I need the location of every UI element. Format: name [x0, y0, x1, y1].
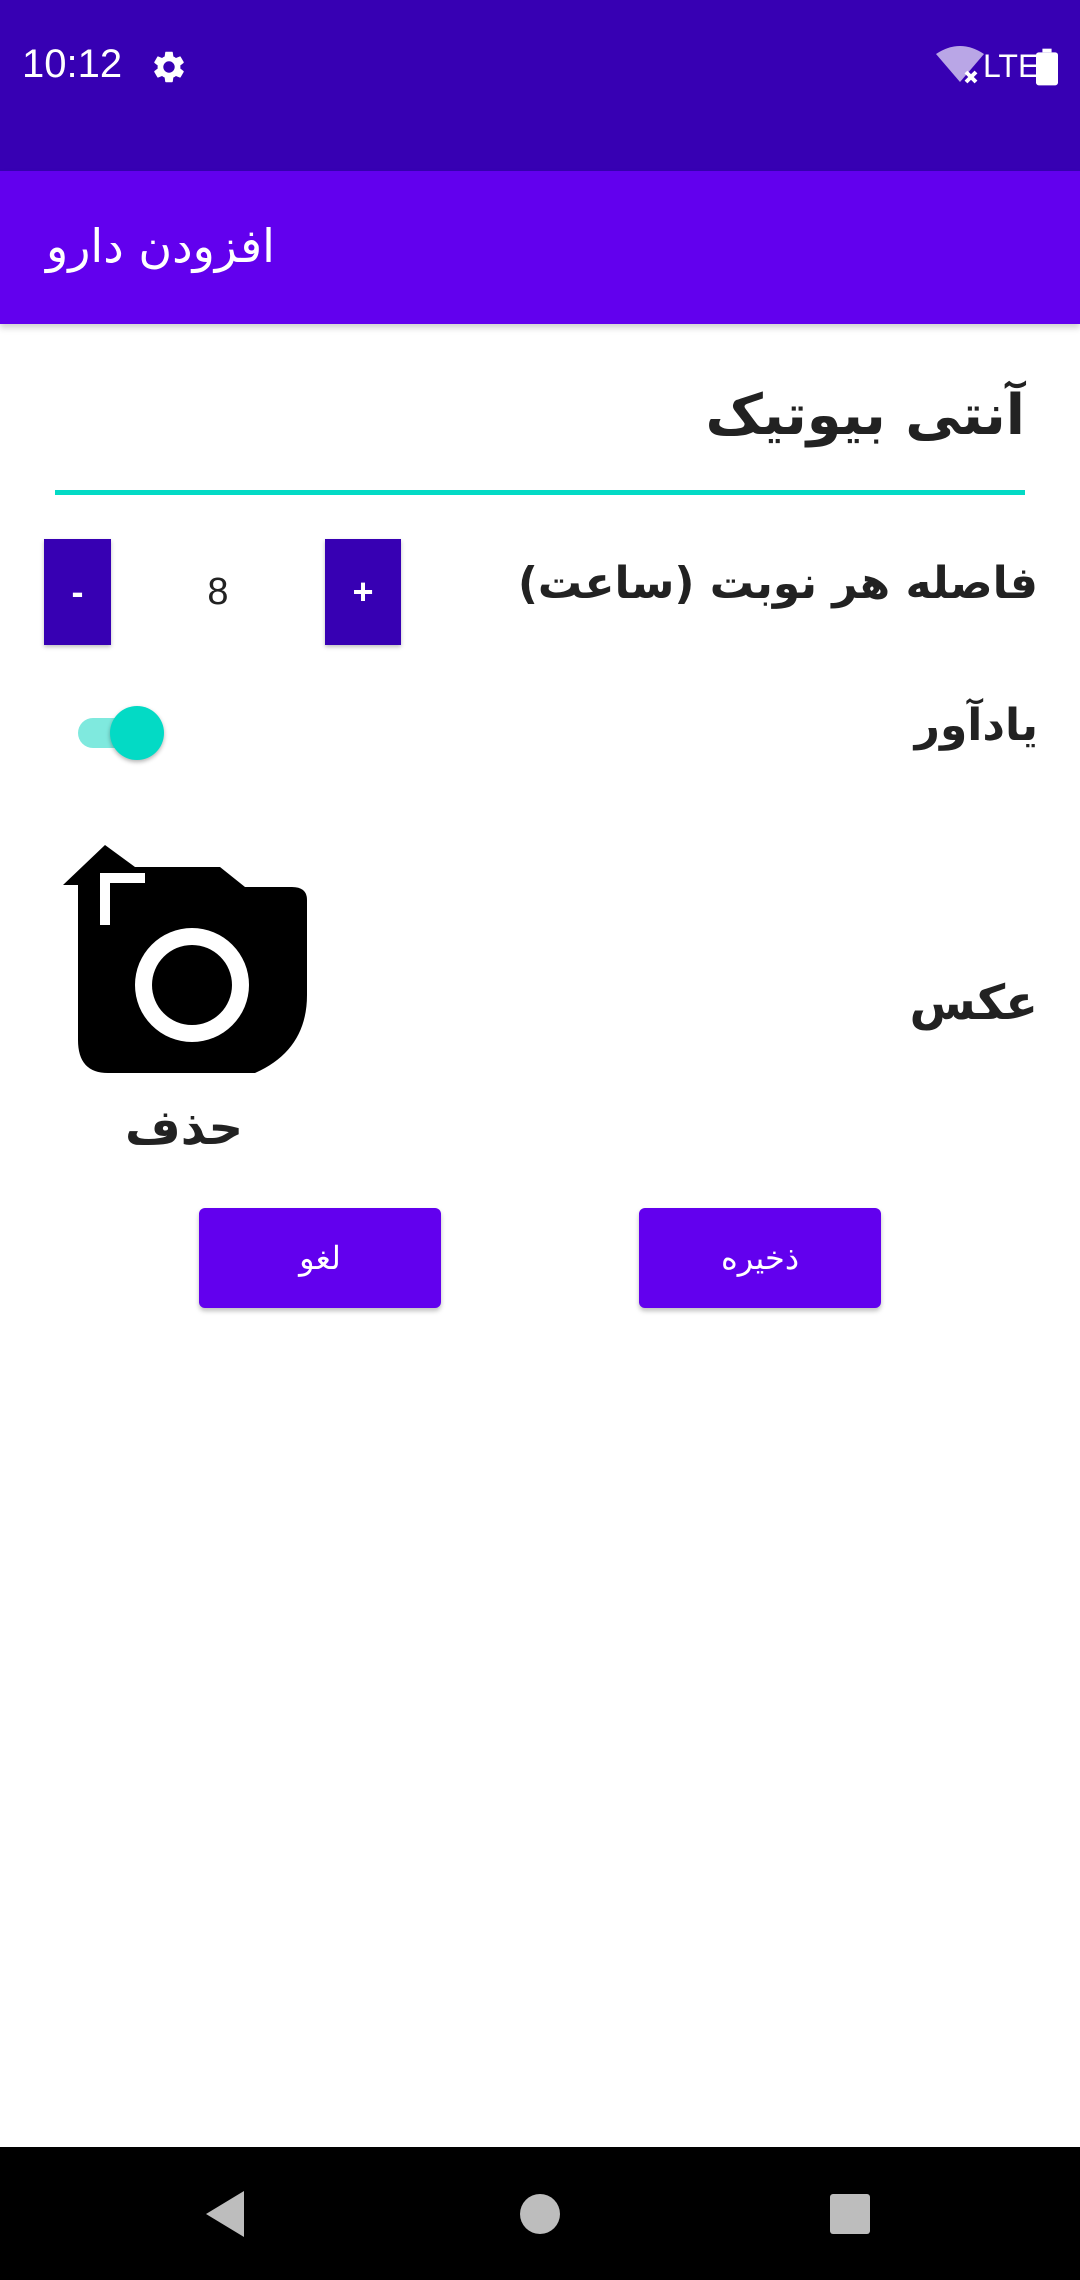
gear-icon	[154, 51, 184, 83]
network-type: LTE	[983, 48, 1040, 84]
home-icon[interactable]	[520, 2194, 560, 2234]
screen: 10:12 LTE افزودن دارو آنتی بیوتیک فاصله …	[0, 0, 1080, 2280]
cancel-button[interactable]: لغو	[199, 1208, 441, 1308]
increment-button[interactable]: +	[325, 539, 401, 645]
back-icon[interactable]	[204, 2189, 248, 2239]
save-button[interactable]: ذخیره	[639, 1208, 881, 1308]
app-bar: افزودن دارو	[0, 171, 1080, 324]
interval-value: 8	[207, 570, 229, 613]
wifi-off-icon	[936, 46, 984, 84]
status-time: 10:12	[22, 42, 123, 86]
reminder-toggle[interactable]	[78, 706, 170, 760]
status-bar: 10:12 LTE	[0, 0, 1080, 171]
battery-icon	[1036, 48, 1058, 86]
recents-icon[interactable]	[830, 2194, 870, 2234]
reminder-label: یادآور	[914, 700, 1038, 751]
navigation-bar	[0, 2147, 1080, 2280]
interval-label: فاصله هر نوبت (ساعت)	[517, 558, 1038, 609]
photo-label: عکس	[909, 975, 1038, 1031]
toggle-thumb	[110, 706, 164, 760]
delete-photo-button[interactable]: حذف	[125, 1100, 243, 1156]
page-title: افزودن دارو	[46, 219, 275, 273]
add-a-photo-icon[interactable]	[60, 845, 310, 1075]
medicine-name-value: آنتی بیوتیک	[705, 383, 1025, 448]
decrement-button[interactable]: -	[44, 539, 111, 645]
medicine-name-field[interactable]: آنتی بیوتیک	[55, 375, 1025, 495]
